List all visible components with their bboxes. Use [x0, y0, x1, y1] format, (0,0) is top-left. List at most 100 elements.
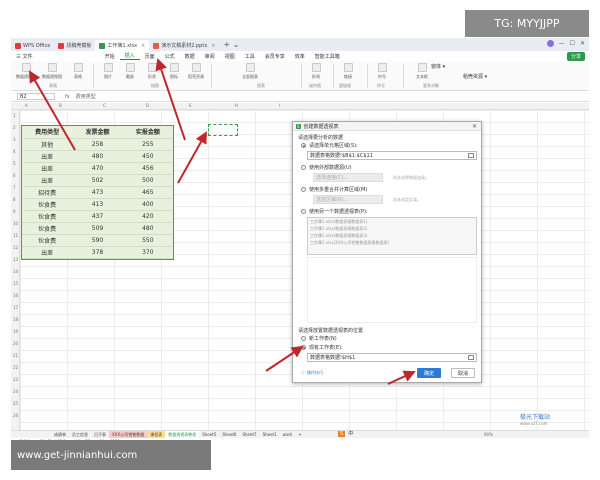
col-C[interactable]: C — [103, 103, 106, 108]
row-number[interactable]: 17 — [13, 305, 18, 310]
sheet-tab[interactable]: XXX公司销售数据 — [109, 431, 148, 438]
col-B[interactable]: B — [59, 103, 62, 108]
row-number[interactable]: 23 — [13, 377, 18, 382]
sheet-tab[interactable]: Sheet6 — [219, 431, 239, 438]
row-number[interactable]: 11 — [13, 233, 18, 238]
row-number[interactable]: 21 — [13, 353, 18, 358]
row-number[interactable]: 15 — [13, 281, 18, 286]
row-number[interactable]: 1 — [13, 113, 16, 118]
pivot-table-button[interactable]: 数据透视表 — [15, 63, 37, 80]
close-icon[interactable]: ✕ — [472, 123, 477, 130]
table-cell[interactable]: 出差 — [22, 174, 73, 187]
menu-file[interactable]: 三 文件 — [11, 53, 38, 60]
table-cell[interactable]: 招待费 — [22, 186, 73, 199]
sheet-tab[interactable]: 课程表 — [147, 431, 166, 438]
menu-review[interactable]: 审阅 — [200, 53, 220, 60]
col-A[interactable]: A — [25, 103, 28, 108]
formula-input[interactable]: 费用类型 — [76, 93, 96, 100]
sparkline-line-button[interactable]: 折线 — [305, 63, 327, 80]
share-button[interactable]: 分享 — [566, 52, 585, 61]
row-number[interactable]: 3 — [13, 137, 16, 142]
sogou-ime-icon[interactable]: S — [338, 430, 346, 437]
table-cell[interactable]: 509 — [72, 222, 123, 235]
table-cell[interactable]: 400 — [122, 198, 173, 211]
all-charts-button[interactable]: 全部图表 — [239, 63, 261, 80]
radio-external-source[interactable]: 使用外部数据源(U) — [301, 164, 352, 171]
row-number[interactable]: 7 — [13, 185, 16, 190]
add-sheet-button[interactable]: + — [295, 431, 304, 438]
list-item[interactable]: 工作簿1.xlsx(XXX公司销售数据表格数据表) — [308, 239, 476, 246]
tab-workbook[interactable]: 工作簿1.xlsx × — [95, 40, 150, 51]
list-item[interactable]: 工作簿1.xlsx(数据表格数据表2) — [308, 225, 476, 232]
form-dropdown[interactable]: 窗体 ▾ — [431, 63, 445, 70]
table-cell[interactable]: 伙食费 — [22, 222, 73, 235]
table-cell[interactable]: 258 — [72, 138, 123, 151]
menu-tools[interactable]: 工具 — [240, 53, 260, 60]
list-item[interactable]: 工作簿1.xlsx(数据表格数据表1) — [308, 218, 476, 225]
table-cell[interactable]: 437 — [72, 210, 123, 223]
row-number[interactable]: 26 — [13, 413, 18, 418]
menu-efficiency[interactable]: 效率 — [290, 53, 310, 60]
table-cell[interactable]: 480 — [72, 150, 123, 163]
menu-formula[interactable]: 公式 — [160, 53, 180, 60]
row-number[interactable]: 14 — [13, 269, 18, 274]
col-D[interactable]: D — [146, 103, 149, 108]
table-cell[interactable]: 413 — [72, 198, 123, 211]
sheet-tab[interactable]: Sheet5 — [199, 431, 219, 438]
menu-page[interactable]: 页面 — [140, 53, 160, 60]
table-cell[interactable]: 伙食费 — [22, 198, 73, 211]
menu-home[interactable]: 开始 — [100, 53, 120, 60]
table-cell[interactable]: 470 — [72, 162, 123, 175]
user-avatar[interactable] — [546, 40, 554, 47]
table-cell[interactable]: 378 — [72, 246, 123, 259]
header-cell[interactable]: 费用类型 — [22, 126, 73, 139]
table-cell[interactable]: 伙食费 — [22, 210, 73, 223]
hyperlink-button[interactable]: 链接 — [337, 63, 359, 80]
row-number[interactable]: 19 — [13, 329, 18, 334]
menu-data[interactable]: 数据 — [180, 53, 200, 60]
pivot-list[interactable]: 工作簿1.xlsx(数据表格数据表1) 工作簿1.xlsx(数据表格数据表2) … — [307, 217, 477, 255]
table-cell[interactable]: 550 — [122, 234, 173, 247]
row-number[interactable]: 18 — [13, 317, 18, 322]
table-cell[interactable]: 590 — [72, 234, 123, 247]
sheet-tab[interactable]: 员工信息 — [69, 431, 91, 438]
maximize-icon[interactable]: ☐ — [570, 40, 575, 47]
menu-member[interactable]: 会员专享 — [260, 53, 290, 60]
table-cell[interactable]: 456 — [122, 162, 173, 175]
cancel-button[interactable]: 取消 — [451, 368, 475, 378]
sheet-tab[interactable]: 成绩单 — [51, 431, 69, 438]
table-cell[interactable]: 480 — [122, 222, 173, 235]
table-cell[interactable]: 其他 — [22, 138, 73, 151]
ok-button[interactable]: 确定 — [417, 368, 441, 378]
row-number[interactable]: 2 — [13, 125, 16, 130]
table-cell[interactable]: 500 — [122, 174, 173, 187]
sheet-tab[interactable]: Sheet1 — [260, 431, 280, 438]
close-icon[interactable]: × — [211, 43, 215, 49]
picture-button[interactable]: 图片 — [97, 63, 119, 80]
tab-wps-office[interactable]: WPS Office — [11, 40, 54, 51]
row-number[interactable]: 8 — [13, 197, 16, 202]
tips-link[interactable]: ⓘ 操作技巧 — [301, 370, 323, 376]
table-cell[interactable]: 450 — [122, 150, 173, 163]
menu-view[interactable]: 视图 — [220, 53, 240, 60]
radio-multi-range[interactable]: 使用多重合并计算区域(M) — [301, 186, 367, 193]
row-number[interactable]: 9 — [13, 209, 16, 214]
fx-icon[interactable]: fx — [65, 94, 70, 100]
header-cell[interactable]: 实报金额 — [122, 126, 173, 139]
symbol-button[interactable]: 符号 — [371, 63, 393, 80]
row-number[interactable]: 16 — [13, 293, 18, 298]
icon-button[interactable]: 图标 — [163, 63, 185, 80]
table-cell[interactable]: 465 — [122, 186, 173, 199]
radio-other-pivot[interactable]: 使用另一个数据透视表(P): — [301, 208, 368, 215]
new-tab-icon[interactable]: + ⌄ — [223, 40, 239, 49]
range-picker-icon[interactable] — [468, 355, 474, 360]
pivot-chart-button[interactable]: 数据透视图 — [41, 63, 63, 80]
textbox-button[interactable]: 文本框 — [411, 63, 433, 80]
col-H[interactable]: H — [235, 103, 238, 108]
table-cell[interactable]: 473 — [72, 186, 123, 199]
row-number[interactable]: 5 — [13, 161, 16, 166]
screenshot-button[interactable]: 截屏 — [119, 63, 141, 80]
ime-mode[interactable]: 中 — [348, 430, 353, 437]
table-cell[interactable]: 出差 — [22, 150, 73, 163]
choose-connection-button[interactable]: 选择连接(C)... — [313, 173, 383, 182]
